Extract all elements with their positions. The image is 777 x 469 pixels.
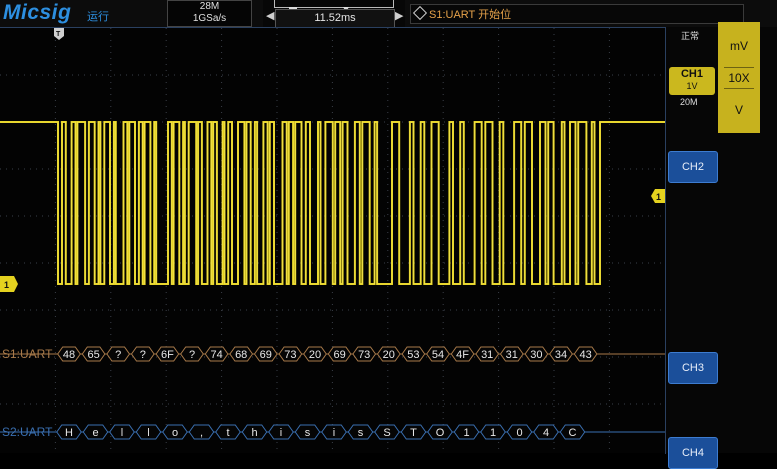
uart2-char-value: S [383,427,390,439]
unit-option-v[interactable]: V [718,103,760,117]
uart1-byte-value: 43 [579,349,591,361]
sample-rate: 1GSa/s [192,13,227,24]
uart2-char-value: O [436,427,445,439]
uart1-byte-value: 48 [63,349,75,361]
memory-depth: 28M [199,1,220,12]
uart1-byte-value: 6F [161,349,174,361]
uart1-byte-value: 31 [481,349,493,361]
ch3-button[interactable]: CH3 [668,352,718,384]
top-status-bar: Micsig 运行 28M 1GSa/s ◀ 11.52ms ▶ S1:UART… [0,0,777,28]
uart1-byte-value: ? [115,349,121,361]
trigger-info-box[interactable]: S1:UART 开始位 [410,4,744,24]
uart2-char-value: t [226,427,229,439]
uart2-char-value: , [200,427,203,439]
waveform-canvas[interactable]: 1 1 T S1:UART 48 65?? 6F? 74 68 69 73 20 69 73 20 53 54 4… [0,28,665,454]
uart2-char-value: 0 [516,427,522,439]
menu-divider [724,67,754,68]
ch1-button[interactable]: CH1 1V [669,67,715,95]
uart2-char-value: i [280,427,282,439]
uart1-byte-value: 20 [309,349,321,361]
uart1-byte-value: 4F [456,349,469,361]
uart1-byte-value: 65 [87,349,99,361]
probe-unit-menu: mV 10X V [718,22,760,133]
timebase-left-arrow-icon[interactable]: ◀ [266,9,274,22]
uart2-char-value: H [65,427,73,439]
uart2-char-value: e [92,427,98,439]
ch1-bandwidth: 20M [680,97,698,107]
waveform-display[interactable]: 1 1 T S1:UART 48 65?? 6F? 74 68 69 73 20 69 73 20 53 54 4… [0,27,666,454]
menu-divider [724,88,754,89]
trigger-info-text: S1:UART 开始位 [429,9,512,21]
uart1-byte-value: 74 [210,349,222,361]
oscilloscope-screen: Micsig 运行 28M 1GSa/s ◀ 11.52ms ▶ S1:UART… [0,0,777,469]
timebase-control[interactable]: ◀ 11.52ms ▶ [263,0,405,28]
uart1-byte-value: 69 [333,349,345,361]
ch1-level-marker-label: 1 [4,280,9,290]
uart1-byte-value: 68 [235,349,247,361]
ch1-label: CH1 [680,68,703,80]
uart2-char-value: o [172,427,178,439]
ch1-scale: 1V [686,81,698,91]
uart1-byte-value: ? [189,349,195,361]
uart1-byte-value: 20 [383,349,395,361]
uart2-label: S2:UART [2,425,53,439]
trigger-position-marker-label: T [56,31,61,38]
uart2-char-value: 4 [543,427,549,439]
uart1-byte-value: ? [140,349,146,361]
uart2-char-value: C [569,427,577,439]
uart1-byte-value: 31 [506,349,518,361]
timebase-value: 11.52ms [275,9,395,28]
uart2-char-value: s [305,427,311,439]
trigger-mode[interactable]: 正常 [681,29,699,42]
run-status[interactable]: 运行 [87,8,109,24]
uart1-byte-value: 73 [284,349,296,361]
unit-option-10x[interactable]: 10X [718,71,760,85]
unit-option-mv[interactable]: mV [718,39,760,53]
trigger-level-marker-label: 1 [656,192,661,202]
uart2-char-value: 1 [490,427,496,439]
uart1-byte-value: 30 [530,349,542,361]
timebase-position-slider[interactable] [274,0,394,12]
uart2-char-value: 1 [463,427,469,439]
uart1-byte-value: 73 [358,349,370,361]
uart1-byte-value: 53 [407,349,419,361]
uart1-byte-value: 54 [432,349,444,361]
uart2-char-value: i [333,427,335,439]
uart2-char-value: l [147,427,149,439]
uart2-char-value: T [410,427,417,439]
brand-logo: Micsig [3,1,72,24]
uart2-char-value: l [121,427,123,439]
uart2-char-value: s [358,427,364,439]
trigger-diamond-icon [412,5,428,21]
timebase-right-arrow-icon[interactable]: ▶ [395,9,403,22]
ch4-button[interactable]: CH4 [668,437,718,469]
ch2-button[interactable]: CH2 [668,151,718,183]
uart1-byte-value: 34 [555,349,567,361]
uart1-byte-value: 69 [260,349,272,361]
acquisition-info[interactable]: 28M 1GSa/s [167,0,252,27]
uart1-label: S1:UART [2,347,53,361]
uart2-char-value: h [251,427,257,439]
